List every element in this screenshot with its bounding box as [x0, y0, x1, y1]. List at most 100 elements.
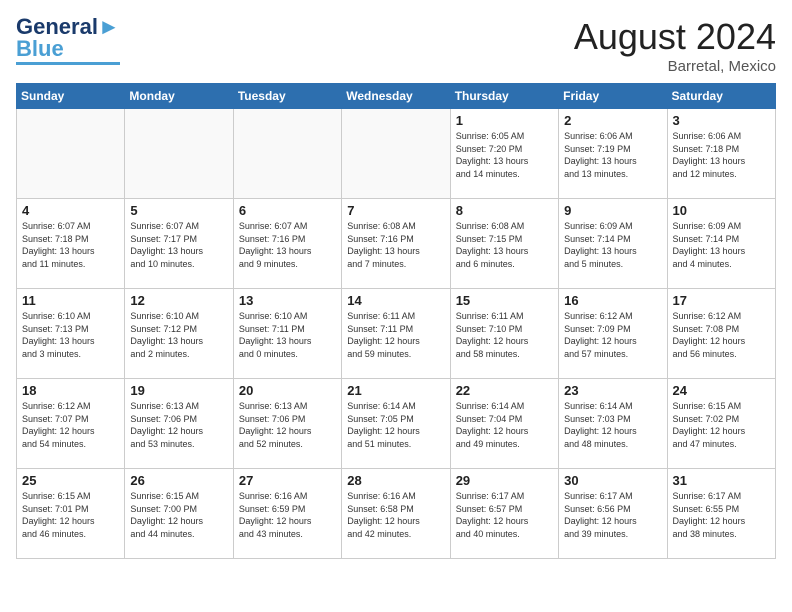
calendar-week-row: 18 Sunrise: 6:12 AM Sunset: 7:07 PM Dayli… [17, 379, 776, 469]
day-number: 21 [347, 383, 444, 398]
day-info: Sunrise: 6:05 AM Sunset: 7:20 PM Dayligh… [456, 130, 553, 180]
calendar-cell: 27 Sunrise: 6:16 AM Sunset: 6:59 PM Dayli… [233, 469, 341, 559]
day-info: Sunrise: 6:10 AM Sunset: 7:11 PM Dayligh… [239, 310, 336, 360]
day-info: Sunrise: 6:06 AM Sunset: 7:18 PM Dayligh… [673, 130, 770, 180]
day-info: Sunrise: 6:14 AM Sunset: 7:05 PM Dayligh… [347, 400, 444, 450]
day-number: 15 [456, 293, 553, 308]
logo: General►Blue [16, 16, 120, 65]
day-info: Sunrise: 6:14 AM Sunset: 7:03 PM Dayligh… [564, 400, 661, 450]
day-number: 10 [673, 203, 770, 218]
day-info: Sunrise: 6:10 AM Sunset: 7:13 PM Dayligh… [22, 310, 119, 360]
day-info: Sunrise: 6:16 AM Sunset: 6:59 PM Dayligh… [239, 490, 336, 540]
calendar-cell: 14 Sunrise: 6:11 AM Sunset: 7:11 PM Dayli… [342, 289, 450, 379]
day-info: Sunrise: 6:07 AM Sunset: 7:17 PM Dayligh… [130, 220, 227, 270]
day-number: 3 [673, 113, 770, 128]
day-info: Sunrise: 6:16 AM Sunset: 6:58 PM Dayligh… [347, 490, 444, 540]
weekday-header: Sunday [17, 84, 125, 109]
calendar-cell: 8 Sunrise: 6:08 AM Sunset: 7:15 PM Daylig… [450, 199, 558, 289]
calendar-cell: 31 Sunrise: 6:17 AM Sunset: 6:55 PM Dayli… [667, 469, 775, 559]
calendar-cell: 28 Sunrise: 6:16 AM Sunset: 6:58 PM Dayli… [342, 469, 450, 559]
day-info: Sunrise: 6:07 AM Sunset: 7:18 PM Dayligh… [22, 220, 119, 270]
calendar-cell: 26Sunrise: 6:15 AM Sunset: 7:00 PM Dayli… [125, 469, 233, 559]
day-info: Sunrise: 6:17 AM Sunset: 6:55 PM Dayligh… [673, 490, 770, 540]
calendar-cell: 1 Sunrise: 6:05 AM Sunset: 7:20 PM Daylig… [450, 109, 558, 199]
logo-text: General►Blue [16, 16, 120, 60]
weekday-header: Friday [559, 84, 667, 109]
day-number: 2 [564, 113, 661, 128]
calendar-cell: 2Sunrise: 6:06 AM Sunset: 7:19 PM Daylig… [559, 109, 667, 199]
calendar-cell: 9 Sunrise: 6:09 AM Sunset: 7:14 PM Daylig… [559, 199, 667, 289]
day-info: Sunrise: 6:12 AM Sunset: 7:08 PM Dayligh… [673, 310, 770, 360]
day-number: 23 [564, 383, 661, 398]
page-header: General►Blue August 2024 Barretal, Mexic… [16, 16, 776, 75]
calendar-cell: 21 Sunrise: 6:14 AM Sunset: 7:05 PM Dayli… [342, 379, 450, 469]
calendar-cell: 3 Sunrise: 6:06 AM Sunset: 7:18 PM Daylig… [667, 109, 775, 199]
calendar-week-row: 25 Sunrise: 6:15 AM Sunset: 7:01 PM Dayli… [17, 469, 776, 559]
day-info: Sunrise: 6:12 AM Sunset: 7:07 PM Dayligh… [22, 400, 119, 450]
day-info: Sunrise: 6:10 AM Sunset: 7:12 PM Dayligh… [130, 310, 227, 360]
calendar-cell: 18 Sunrise: 6:12 AM Sunset: 7:07 PM Dayli… [17, 379, 125, 469]
day-info: Sunrise: 6:13 AM Sunset: 7:06 PM Dayligh… [130, 400, 227, 450]
calendar-cell: 30 Sunrise: 6:17 AM Sunset: 6:56 PM Dayli… [559, 469, 667, 559]
calendar-table: SundayMondayTuesdayWednesdayThursdayFrid… [16, 83, 776, 559]
day-number: 22 [456, 383, 553, 398]
calendar-week-row: 1 Sunrise: 6:05 AM Sunset: 7:20 PM Daylig… [17, 109, 776, 199]
calendar-cell: 17 Sunrise: 6:12 AM Sunset: 7:08 PM Dayli… [667, 289, 775, 379]
calendar-cell: 13 Sunrise: 6:10 AM Sunset: 7:11 PM Dayli… [233, 289, 341, 379]
day-number: 18 [22, 383, 119, 398]
day-number: 28 [347, 473, 444, 488]
day-info: Sunrise: 6:09 AM Sunset: 7:14 PM Dayligh… [673, 220, 770, 270]
day-number: 25 [22, 473, 119, 488]
day-number: 14 [347, 293, 444, 308]
weekday-header: Wednesday [342, 84, 450, 109]
day-info: Sunrise: 6:17 AM Sunset: 6:57 PM Dayligh… [456, 490, 553, 540]
day-number: 11 [22, 293, 119, 308]
calendar-week-row: 4Sunrise: 6:07 AM Sunset: 7:18 PM Daylig… [17, 199, 776, 289]
day-number: 8 [456, 203, 553, 218]
calendar-week-row: 11 Sunrise: 6:10 AM Sunset: 7:13 PM Dayli… [17, 289, 776, 379]
calendar-cell: 5Sunrise: 6:07 AM Sunset: 7:17 PM Daylig… [125, 199, 233, 289]
day-number: 29 [456, 473, 553, 488]
day-info: Sunrise: 6:12 AM Sunset: 7:09 PM Dayligh… [564, 310, 661, 360]
day-info: Sunrise: 6:15 AM Sunset: 7:01 PM Dayligh… [22, 490, 119, 540]
logo-underline [16, 62, 120, 65]
calendar-cell: 19 Sunrise: 6:13 AM Sunset: 7:06 PM Dayli… [125, 379, 233, 469]
day-number: 30 [564, 473, 661, 488]
day-number: 1 [456, 113, 553, 128]
calendar-cell [125, 109, 233, 199]
day-number: 7 [347, 203, 444, 218]
calendar-cell: 16 Sunrise: 6:12 AM Sunset: 7:09 PM Dayli… [559, 289, 667, 379]
calendar-cell: 12Sunrise: 6:10 AM Sunset: 7:12 PM Dayli… [125, 289, 233, 379]
calendar-cell [233, 109, 341, 199]
day-info: Sunrise: 6:08 AM Sunset: 7:16 PM Dayligh… [347, 220, 444, 270]
calendar-cell: 6 Sunrise: 6:07 AM Sunset: 7:16 PM Daylig… [233, 199, 341, 289]
day-info: Sunrise: 6:17 AM Sunset: 6:56 PM Dayligh… [564, 490, 661, 540]
day-number: 24 [673, 383, 770, 398]
calendar-cell: 29 Sunrise: 6:17 AM Sunset: 6:57 PM Dayli… [450, 469, 558, 559]
day-info: Sunrise: 6:09 AM Sunset: 7:14 PM Dayligh… [564, 220, 661, 270]
calendar-cell: 20 Sunrise: 6:13 AM Sunset: 7:06 PM Dayli… [233, 379, 341, 469]
day-info: Sunrise: 6:13 AM Sunset: 7:06 PM Dayligh… [239, 400, 336, 450]
calendar-cell [342, 109, 450, 199]
day-number: 9 [564, 203, 661, 218]
day-info: Sunrise: 6:08 AM Sunset: 7:15 PM Dayligh… [456, 220, 553, 270]
day-number: 17 [673, 293, 770, 308]
day-number: 6 [239, 203, 336, 218]
month-title: August 2024 [574, 16, 776, 58]
day-number: 20 [239, 383, 336, 398]
day-info: Sunrise: 6:07 AM Sunset: 7:16 PM Dayligh… [239, 220, 336, 270]
calendar-cell: 24Sunrise: 6:15 AM Sunset: 7:02 PM Dayli… [667, 379, 775, 469]
day-number: 31 [673, 473, 770, 488]
day-number: 13 [239, 293, 336, 308]
calendar-cell [17, 109, 125, 199]
weekday-header: Monday [125, 84, 233, 109]
calendar-cell: 15Sunrise: 6:11 AM Sunset: 7:10 PM Dayli… [450, 289, 558, 379]
weekday-header: Tuesday [233, 84, 341, 109]
day-number: 16 [564, 293, 661, 308]
calendar-cell: 25 Sunrise: 6:15 AM Sunset: 7:01 PM Dayli… [17, 469, 125, 559]
calendar-cell: 23 Sunrise: 6:14 AM Sunset: 7:03 PM Dayli… [559, 379, 667, 469]
day-number: 19 [130, 383, 227, 398]
day-info: Sunrise: 6:11 AM Sunset: 7:11 PM Dayligh… [347, 310, 444, 360]
calendar-cell: 22Sunrise: 6:14 AM Sunset: 7:04 PM Dayli… [450, 379, 558, 469]
day-number: 27 [239, 473, 336, 488]
